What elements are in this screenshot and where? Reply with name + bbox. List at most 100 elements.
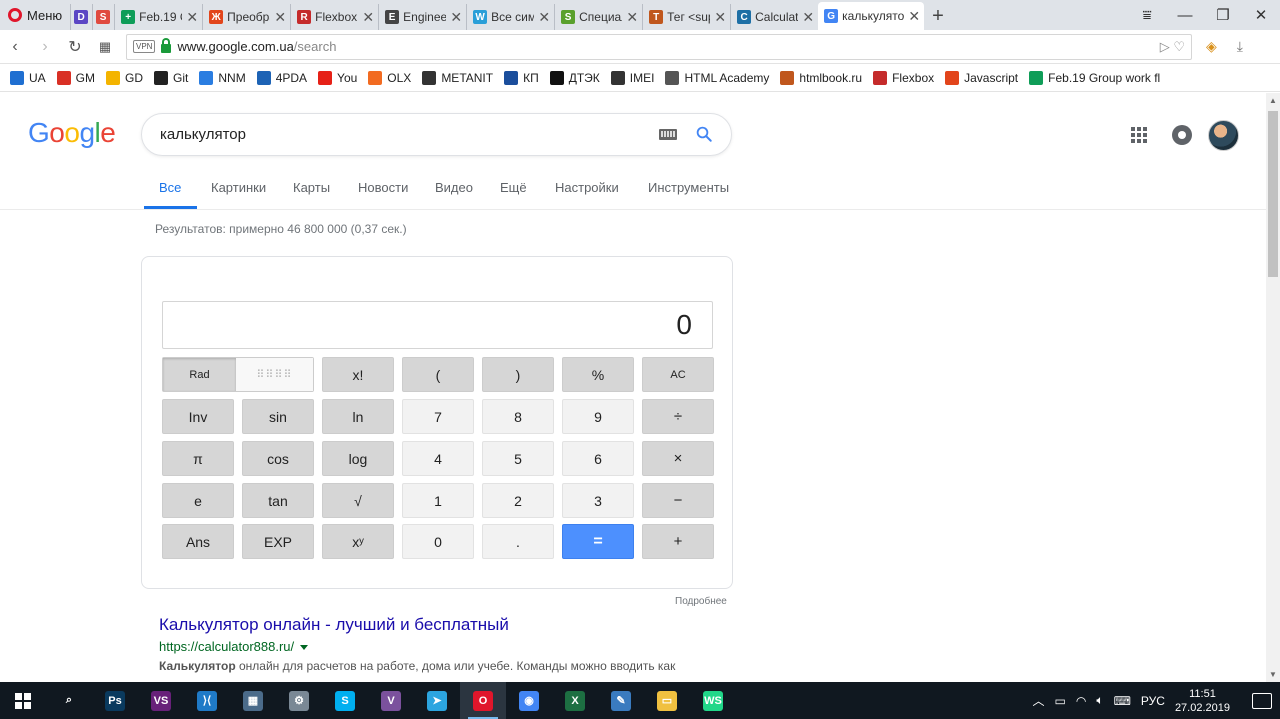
search-input[interactable]: калькулятор [141,113,732,156]
decimal-button[interactable]: . [482,524,554,559]
taskbar-chrome-button[interactable]: ◉ [506,682,552,719]
multiply-button[interactable]: × [642,441,714,476]
plus-button[interactable]: + [642,524,714,559]
scroll-thumb[interactable] [1268,111,1278,277]
download-icon[interactable]: ⤓ [1237,38,1243,55]
close-paren-button[interactable]: ) [482,357,554,392]
result-title-link[interactable]: Калькулятор онлайн - лучший и бесплатный [159,615,509,635]
minimize-button[interactable]: — [1166,7,1204,24]
bookmark-item[interactable]: NNM [199,70,246,85]
open-paren-button[interactable]: ( [402,357,474,392]
back-icon[interactable]: ‹ [0,38,30,56]
vpn-badge[interactable]: VPN [133,40,156,53]
keyboard-icon[interactable] [659,129,677,140]
e-button[interactable]: e [162,483,234,518]
avatar[interactable] [1208,120,1239,151]
taskbar-photoshop-button[interactable]: Ps [92,682,138,719]
tab-images[interactable]: Картинки [211,180,266,195]
divide-button[interactable]: ÷ [642,399,714,434]
bookmark-item[interactable]: Git [154,70,188,85]
volume-icon[interactable]: 🔈︎ [1096,693,1103,708]
bookmark-item[interactable]: HTML Academy [665,70,769,85]
digit-9-button[interactable]: 9 [562,399,634,434]
browser-tab[interactable]: EEngineer c✕ [378,4,466,30]
browser-tab[interactable]: RFlexbox rer ✕ [290,4,378,30]
percent-button[interactable]: % [562,357,634,392]
factorial-button[interactable]: x! [322,357,394,392]
lock-icon[interactable] [161,38,172,53]
minus-button[interactable]: − [642,483,714,518]
bookmark-item[interactable]: You [318,70,357,85]
extension-icon[interactable]: ◈ [1206,38,1217,55]
speed-dial-icon[interactable]: ▦ [90,39,120,55]
browser-tab[interactable]: SСпециаль ✕ [554,4,642,30]
clock[interactable]: 11:51 27.02.2019 [1175,687,1230,715]
action-center-icon[interactable] [1252,692,1272,709]
browser-tab[interactable]: +Feb.19 Gro ✕ [114,4,202,30]
tab-tools[interactable]: Инструменты [648,180,729,195]
taskbar-notepad-button[interactable]: ✎ [598,682,644,719]
digit-6-button[interactable]: 6 [562,441,634,476]
ln-button[interactable]: ln [322,399,394,434]
bookmark-item[interactable]: Feb.19 Group work fl [1029,70,1160,85]
close-window-button[interactable]: ✕ [1242,6,1280,24]
battery-icon[interactable]: ▭ [1055,694,1066,708]
digit-5-button[interactable]: 5 [482,441,554,476]
browser-tab[interactable]: TТег <sup> ✕ [642,4,730,30]
search-icon[interactable] [695,125,713,143]
tan-button[interactable]: tan [242,483,314,518]
bookmark-item[interactable]: METANIT [422,70,493,85]
tab-video[interactable]: Видео [435,180,473,195]
taskbar-search-button[interactable]: ⌕ [46,682,92,719]
pi-button[interactable]: π [162,441,234,476]
sin-button[interactable]: sin [242,399,314,434]
reload-icon[interactable]: ↻ [60,37,90,57]
google-logo[interactable]: Google [28,117,116,149]
digit-1-button[interactable]: 1 [402,483,474,518]
taskbar-file-explorer-button[interactable]: ▭ [644,682,690,719]
close-tab-icon[interactable]: ✕ [538,9,550,26]
result-url-text[interactable]: https://calculator888.ru/ [159,639,294,654]
keyboard-tray-icon[interactable]: ⌨ [1114,694,1131,708]
cos-button[interactable]: cos [242,441,314,476]
url-field[interactable]: VPN www.google.com.ua /search ▷ ♡ [126,33,1192,60]
taskbar-excel-button[interactable]: X [552,682,598,719]
close-tab-icon[interactable]: ✕ [908,8,920,25]
log-button[interactable]: log [322,441,394,476]
close-tab-icon[interactable]: ✕ [274,9,286,26]
digit-7-button[interactable]: 7 [402,399,474,434]
browser-tab[interactable]: D [70,4,92,30]
digit-0-button[interactable]: 0 [402,524,474,559]
rad-deg-toggle[interactable]: Rad ⠿⠿⠿⠿ [162,357,314,392]
all-clear-button[interactable]: AC [642,357,714,392]
scroll-up-icon[interactable]: ▲ [1269,96,1277,105]
close-tab-icon[interactable]: ✕ [802,9,814,26]
browser-tab[interactable]: CCalculator✕ [730,4,818,30]
browser-tab[interactable]: S [92,4,114,30]
forward-icon[interactable]: › [30,38,60,56]
close-tab-icon[interactable]: ✕ [450,9,462,26]
taskbar-webstorm-button[interactable]: WS [690,682,736,719]
browser-tab[interactable]: Gкалькулято ✕ [818,2,925,30]
start-button[interactable] [0,682,46,719]
browser-tab[interactable]: ЖПреобраз ✕ [202,4,290,30]
scroll-down-icon[interactable]: ▼ [1269,670,1277,679]
rad-button[interactable]: Rad [163,358,236,391]
taskbar-opera-button[interactable]: O [460,682,506,719]
bookmark-item[interactable]: IMEI [610,70,654,85]
taskbar-telegram-button[interactable]: ➤ [414,682,460,719]
digit-2-button[interactable]: 2 [482,483,554,518]
digit-4-button[interactable]: 4 [402,441,474,476]
tab-menu-icon[interactable]: ⩸ [1128,7,1166,24]
digit-8-button[interactable]: 8 [482,399,554,434]
tab-all[interactable]: Все [159,180,181,195]
restore-button[interactable]: ❐ [1204,6,1242,24]
browser-tab[interactable]: WВсе симво ✕ [466,4,554,30]
taskbar-visual-studio-button[interactable]: VS [138,682,184,719]
close-tab-icon[interactable]: ✕ [186,9,198,26]
bookmark-item[interactable]: OLX [368,70,411,85]
language-indicator[interactable]: РУС [1141,694,1165,708]
tray-expand-icon[interactable]: ︿ [1033,692,1045,709]
opera-menu-button[interactable]: Меню [0,0,70,30]
bookmark-item[interactable]: GD [106,70,143,85]
